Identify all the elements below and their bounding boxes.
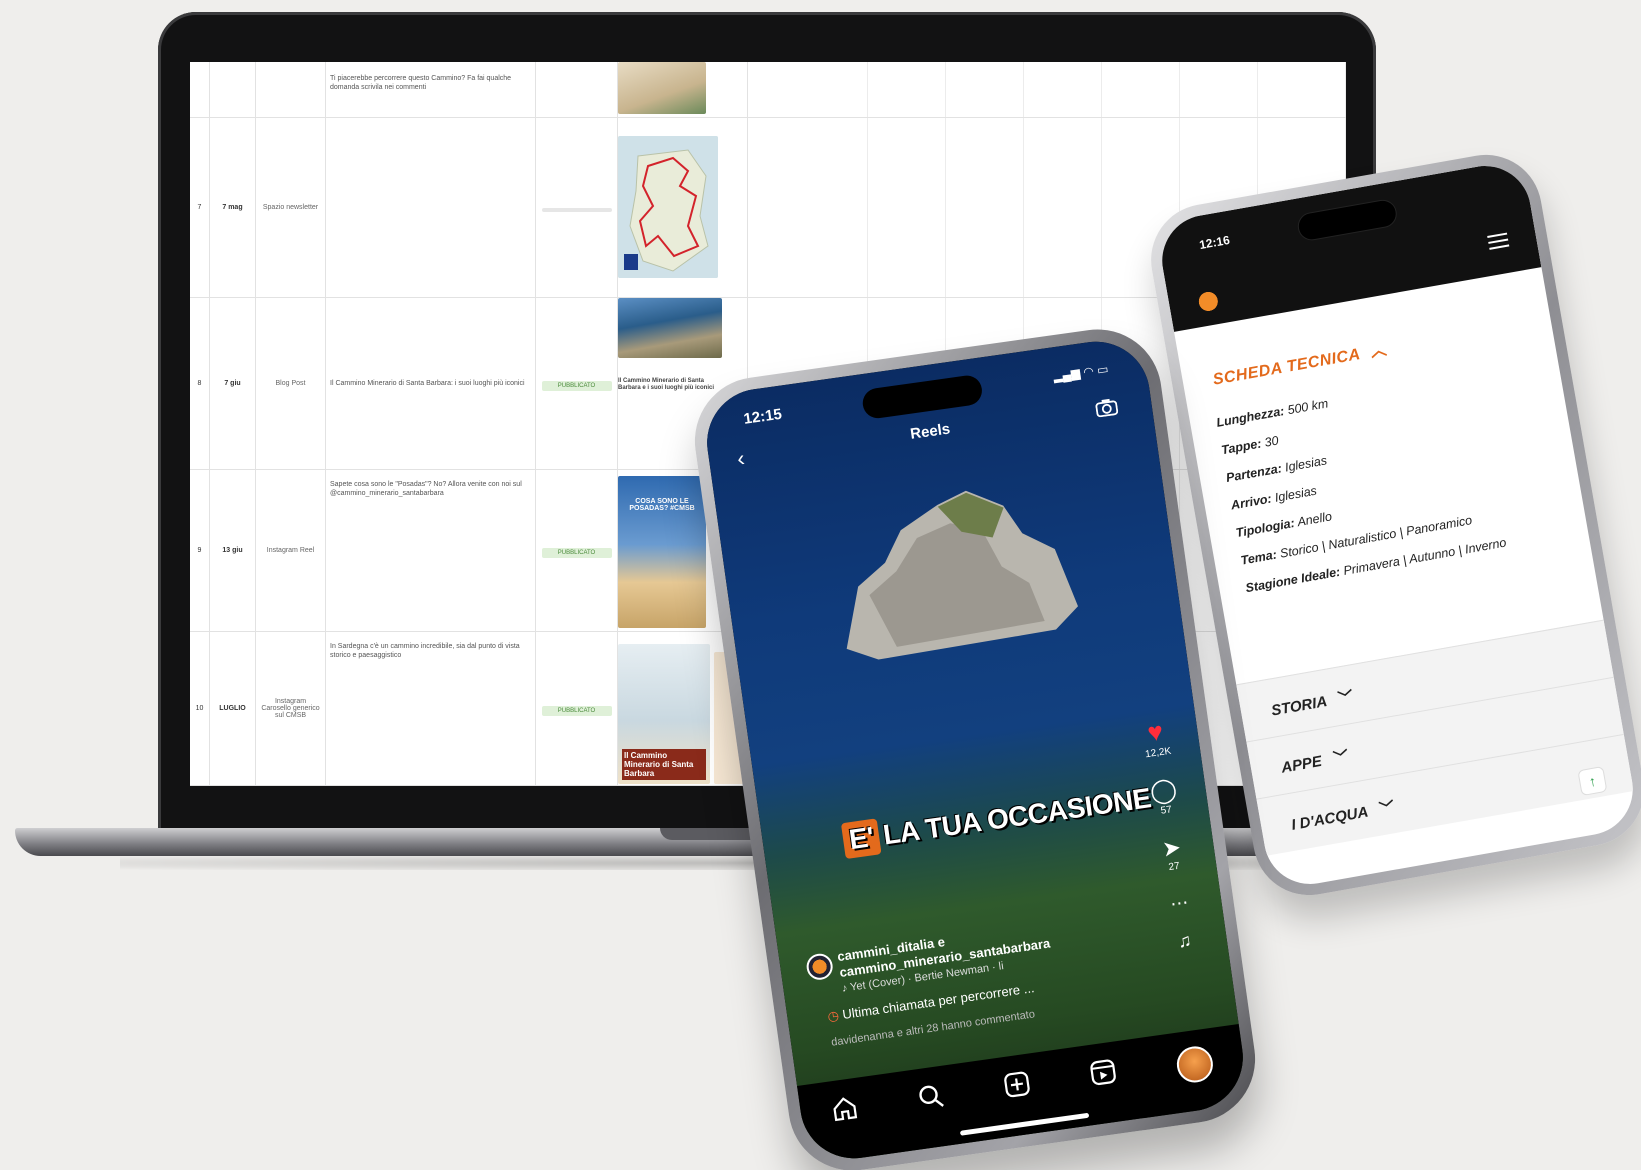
chevron-down-icon: ﹀: [1332, 748, 1350, 768]
row-image-cell: [618, 118, 748, 297]
search-icon[interactable]: [916, 1082, 945, 1111]
row-text: [326, 118, 536, 297]
banner-e: E': [840, 818, 882, 860]
carousel-cover-title: Il Cammino Minerario di Santa Barbara: [622, 749, 706, 780]
row-status[interactable]: PUBBLICATO: [536, 632, 618, 785]
status-dropdown[interactable]: PUBBLICATO: [541, 547, 612, 558]
row-date: LUGLIO: [210, 632, 256, 785]
reel-cover-title: COSA SONO LE POSADAS? #CMSB: [629, 498, 695, 512]
carousel-cover: Il Cammino Minerario di Santa Barbara: [618, 644, 710, 784]
row-index: 7: [190, 118, 210, 297]
create-post-icon[interactable]: [1002, 1070, 1031, 1099]
accordion-label: I D'ACQUA: [1290, 803, 1370, 834]
row-channel: Blog Post: [256, 298, 326, 469]
tech-specs: Lunghezza: 500 km Tappe: 30 Partenza: Ig…: [1215, 357, 1584, 609]
comment-button[interactable]: ◯ 57: [1144, 774, 1185, 819]
row-channel: Spazio newsletter: [256, 118, 326, 297]
comment-icon: ◯: [1148, 775, 1179, 806]
spec-label: Tappe:: [1220, 436, 1263, 458]
row-status[interactable]: [536, 118, 618, 297]
row-date: 7 giu: [210, 298, 256, 469]
spec-value: Iglesias: [1283, 453, 1329, 475]
profile-avatar[interactable]: [1174, 1044, 1216, 1085]
row-index: 9: [190, 470, 210, 631]
spec-label: Partenza:: [1225, 461, 1283, 485]
scheda-tecnica-toggle[interactable]: SCHEDA TECNICA ︿: [1211, 335, 1389, 389]
status-dropdown[interactable]: PUBBLICATO: [541, 705, 612, 716]
camera-icon[interactable]: [1094, 397, 1119, 418]
row-channel: [256, 62, 326, 117]
heart-icon: ♥: [1145, 715, 1165, 748]
accordion-label: STORIA: [1269, 693, 1328, 720]
like-button[interactable]: ♥ 12,2K: [1135, 714, 1176, 761]
scroll-top-icon[interactable]: ↑: [1577, 765, 1608, 797]
row-status[interactable]: PUBBLICATO: [536, 298, 618, 469]
status-dropdown[interactable]: [541, 207, 612, 212]
row-status[interactable]: PUBBLICATO: [536, 470, 618, 631]
row-status: [536, 62, 618, 117]
row-channel: Instagram Carosello generico sul CMSB: [256, 632, 326, 785]
row-date: [210, 62, 256, 117]
chevron-up-icon: ︿: [1369, 341, 1389, 361]
hamburger-menu-icon[interactable]: [1487, 232, 1510, 254]
row-image-cell: [618, 62, 748, 117]
rock-island: [846, 490, 1078, 660]
section-title: SCHEDA TECNICA: [1211, 346, 1362, 389]
spec-value: 500 km: [1286, 396, 1330, 418]
chevron-down-icon: ﹀: [1336, 688, 1355, 708]
table-row[interactable]: Ti piacerebbe percorrere questo Cammino?…: [190, 62, 1346, 118]
spec-label: Lunghezza:: [1215, 404, 1286, 430]
spec-value: Iglesias: [1273, 483, 1318, 505]
row-text: Ti piacerebbe percorrere questo Cammino?…: [326, 62, 536, 117]
spec-label: Stagione Ideale:: [1244, 564, 1342, 596]
row-index: 10: [190, 632, 210, 785]
spec-label: Tema:: [1239, 547, 1278, 568]
row-text: Il Cammino Minerario di Santa Barbara: i…: [326, 298, 536, 469]
share-button[interactable]: ➤ 27: [1152, 833, 1193, 875]
row-date: 7 mag: [210, 118, 256, 297]
dune-photo: [618, 62, 706, 114]
accordion-label: APPE: [1280, 752, 1324, 777]
chevron-down-icon: ﹀: [1378, 798, 1396, 819]
map-thumbnail: [618, 136, 718, 278]
reels-icon[interactable]: [1089, 1058, 1118, 1087]
row-text: Sapete cosa sono le "Posadas"? No? Allor…: [326, 470, 536, 631]
row-date: 13 giu: [210, 470, 256, 631]
coast-photo: [618, 298, 722, 358]
spec-value: 30: [1263, 433, 1280, 450]
row-index: 8: [190, 298, 210, 469]
status-dropdown[interactable]: PUBBLICATO: [541, 380, 612, 391]
spec-value: Anello: [1296, 509, 1333, 530]
spec-label: Arrivo:: [1229, 491, 1273, 513]
row-text: In Sardegna c'è un cammino incredibile, …: [326, 632, 536, 785]
row-channel: Instagram Reel: [256, 470, 326, 631]
row-index: [190, 62, 210, 117]
spec-label: Tipologia:: [1234, 515, 1296, 541]
home-icon[interactable]: [830, 1094, 859, 1123]
posadas-reel-cover: COSA SONO LE POSADAS? #CMSB: [618, 476, 706, 628]
